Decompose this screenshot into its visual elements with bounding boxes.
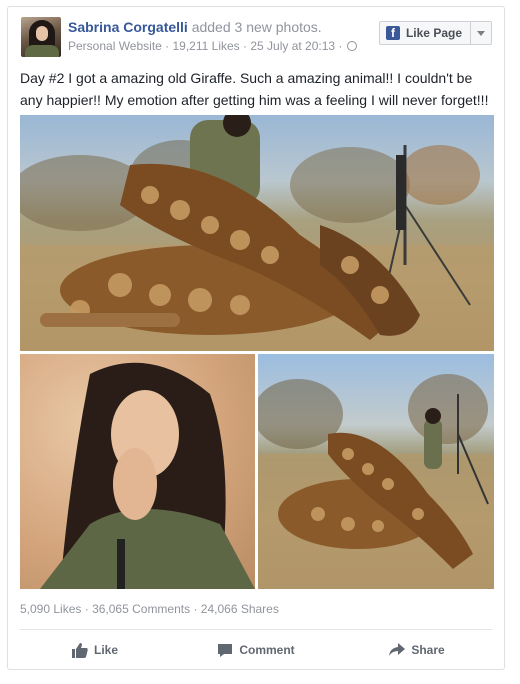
post-text: Day #2 I got a amazing old Giraffe. Such… [20,70,489,108]
post-meta: Personal Website · 19,211 Likes · 25 Jul… [68,39,357,53]
photo-closeup[interactable] [20,354,255,589]
post-action-text: added 3 new photos. [191,19,322,35]
post-header: Sabrina Corgatelli added 3 new photos. [68,19,322,35]
photo-main[interactable] [20,115,494,351]
post-stats: 5,090 Likes · 36,065 Comments · 24,066 S… [20,602,279,616]
share-arrow-icon [389,643,406,656]
photo-wide[interactable] [258,354,494,589]
actions-divider [20,629,492,630]
page-likes-count[interactable]: 19,211 Likes [173,39,240,53]
like-label: Like [93,643,118,657]
shares-count[interactable]: 24,066 Shares [201,602,279,616]
author-name-link[interactable]: Sabrina Corgatelli [68,19,188,35]
chevron-down-icon [477,30,485,36]
facebook-f-icon: f [385,26,400,40]
page-category: Personal Website [68,39,162,53]
comment-label: Comment [239,643,295,657]
post-card: Sabrina Corgatelli added 3 new photos. P… [7,6,505,670]
share-button[interactable]: Share [342,635,492,665]
comment-bubble-icon [218,643,233,657]
comment-button[interactable]: Comment [181,635,331,665]
like-page-dropdown[interactable] [470,22,491,44]
like-page-button[interactable]: f Like Page [378,21,492,45]
likes-count[interactable]: 5,090 Likes [20,602,81,616]
comments-count[interactable]: 36,065 Comments [92,602,190,616]
like-page-label: Like Page [405,26,462,40]
globe-icon[interactable] [346,41,357,51]
post-actions: Like Comment Share [20,635,492,665]
like-button[interactable]: Like [20,635,170,665]
thumbs-up-icon [71,642,88,658]
page-avatar[interactable] [21,17,61,57]
share-label: Share [411,643,445,657]
post-timestamp[interactable]: 25 July at 20:13 [250,39,335,53]
